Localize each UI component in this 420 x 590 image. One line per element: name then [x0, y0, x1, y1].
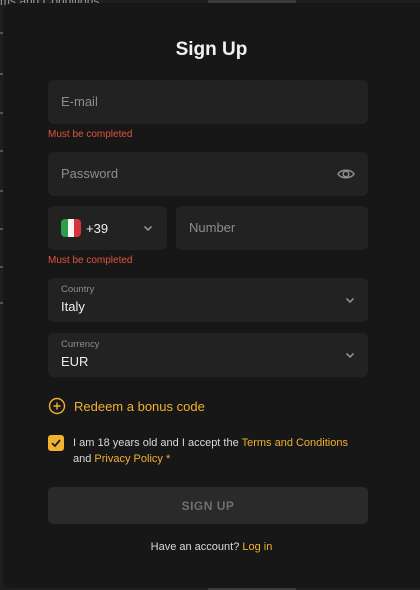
privacy-policy-link[interactable]: Privacy Policy	[94, 453, 162, 465]
chevron-down-icon	[345, 297, 355, 304]
log-in-link[interactable]: Log in	[242, 541, 272, 553]
currency-value: EUR	[61, 354, 89, 369]
currency-select[interactable]: Currency EUR	[48, 333, 368, 377]
email-field[interactable]: E-mail	[48, 80, 368, 124]
sign-up-button[interactable]: SIGN UP	[48, 487, 368, 524]
phone-number-placeholder: Number	[189, 220, 236, 235]
modal-title: Sign Up	[175, 39, 248, 60]
consent-row: I am 18 years old and I accept the Terms…	[48, 433, 368, 469]
eye-icon[interactable]	[336, 164, 356, 184]
currency-label: Currency	[61, 339, 100, 350]
required-mark: *	[162, 453, 171, 465]
dial-code: +39	[86, 221, 109, 236]
email-placeholder: E-mail	[61, 94, 98, 109]
checkmark-icon	[51, 439, 61, 448]
phone-error-message: Must be completed	[48, 255, 133, 266]
bonus-label: Redeem a bonus code	[74, 398, 205, 414]
password-placeholder: Password	[61, 166, 119, 181]
plus-circle-icon	[48, 397, 66, 415]
country-select[interactable]: Country Italy	[48, 278, 368, 322]
chevron-down-icon	[345, 352, 355, 359]
consent-checkbox[interactable]	[48, 435, 64, 451]
consent-text-mid: and	[73, 453, 95, 465]
country-label: Country	[61, 284, 95, 295]
redeem-bonus-code-button[interactable]: Redeem a bonus code	[48, 396, 205, 416]
consent-text: I am 18 years old and I accept the Terms…	[73, 435, 363, 467]
terms-and-conditions-link[interactable]: Terms and Conditions	[242, 437, 348, 449]
phone-number-field[interactable]: Number	[176, 206, 368, 250]
chevron-down-icon	[143, 225, 153, 232]
email-error-message: Must be completed	[48, 129, 133, 140]
country-value: Italy	[61, 299, 85, 314]
signup-modal: Sign Up E-mail Must be completed Passwor…	[3, 3, 420, 588]
login-row: Have an account? Log in	[3, 541, 420, 553]
consent-text-before: I am 18 years old and I accept the	[73, 437, 242, 449]
password-field[interactable]: Password	[48, 152, 368, 196]
italy-flag-icon	[61, 219, 81, 237]
phone-country-code-select[interactable]: +39	[48, 206, 167, 250]
login-prompt: Have an account?	[150, 541, 243, 553]
